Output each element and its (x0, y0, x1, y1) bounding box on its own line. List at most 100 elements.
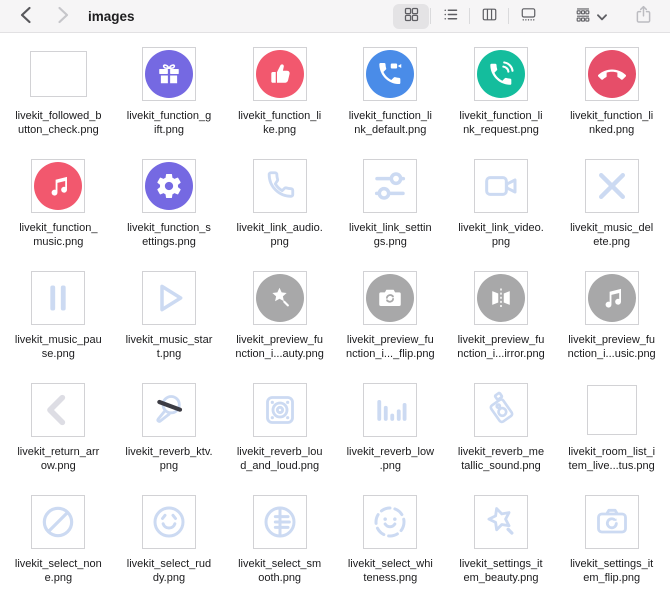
file-name-line2: png (270, 235, 289, 248)
view-switcher (393, 3, 546, 29)
columns-view-button[interactable] (471, 4, 507, 29)
file-item[interactable]: livekit_function_li nked.png (556, 42, 667, 154)
file-thumbnail (473, 159, 528, 213)
file-item[interactable]: livekit_function_ music.png (3, 154, 114, 266)
toolbar: images (0, 0, 670, 33)
file-thumbnail (141, 383, 196, 437)
file-name-line2: dy.png (152, 571, 186, 584)
file-name-line2: em_flip.png (583, 571, 641, 584)
forward-button[interactable] (50, 4, 76, 28)
file-item[interactable]: livekit_preview_fu nction_i...irror.png (446, 266, 557, 378)
file-item[interactable]: livekit_link_settin gs.png (335, 154, 446, 266)
file-thumbnail (252, 159, 307, 213)
file-item[interactable]: livekit_followed_b utton_check.png (3, 42, 114, 154)
grid-view-button[interactable] (393, 3, 429, 29)
file-item[interactable]: livekit_music_del ete.png (556, 154, 667, 266)
file-name-line2: tallic_sound.png (461, 459, 541, 472)
file-name-line2: gs.png (373, 235, 407, 248)
file-thumbnail (584, 495, 639, 549)
chevron-down-icon (597, 9, 607, 24)
file-item[interactable]: livekit_function_s ettings.png (114, 154, 225, 266)
file-item[interactable]: livekit_select_whi teness.png (335, 490, 446, 602)
list-view-button[interactable] (432, 4, 468, 29)
file-name-line1: livekit_function_ (19, 222, 98, 234)
file-name-line1: livekit_preview_fu (236, 334, 324, 346)
group-by-button[interactable] (568, 4, 613, 29)
file-item[interactable]: livekit_link_audio. png (224, 154, 335, 266)
file-item[interactable]: livekit_function_li ke.png (224, 42, 335, 154)
file-item[interactable]: livekit_select_rud dy.png (114, 490, 225, 602)
file-item[interactable]: livekit_music_pau se.png (3, 266, 114, 378)
file-name-line2: em_beauty.png (463, 571, 539, 584)
file-name-line2: nk_request.png (463, 123, 539, 136)
file-thumbnail (584, 271, 639, 325)
file-item[interactable]: livekit_room_list_i tem_live...tus.png (556, 378, 667, 490)
file-name-line2: nction_i...auty.png (235, 347, 324, 360)
file-item[interactable]: livekit_preview_fu nction_i...usic.png (556, 266, 667, 378)
file-name-line1: livekit_music_star (125, 334, 213, 346)
file-item[interactable]: livekit_function_li nk_request.png (446, 42, 557, 154)
file-name-line1: livekit_reverb_me (457, 446, 545, 458)
file-thumbnail (31, 495, 86, 549)
file-thumbnail (31, 159, 86, 213)
file-thumbnail (363, 159, 418, 213)
file-item[interactable]: livekit_select_sm ooth.png (224, 490, 335, 602)
file-name-line1: livekit_function_s (127, 222, 211, 234)
grid-view-icon (403, 6, 420, 26)
file-item[interactable]: livekit_reverb_ktv. png (114, 378, 225, 490)
file-thumbnail (473, 383, 528, 437)
file-name-line1: livekit_function_li (570, 110, 654, 122)
file-thumbnail (584, 47, 639, 101)
share-button[interactable] (629, 4, 658, 29)
file-thumbnail (252, 271, 307, 325)
file-grid: livekit_followed_b utton_check.png livek… (0, 33, 670, 602)
file-thumbnail (141, 159, 196, 213)
file-name-line2: d_and_loud.png (240, 459, 320, 472)
file-item[interactable]: livekit_select_non e.png (3, 490, 114, 602)
file-name-line2: nction_i..._flip.png (345, 347, 435, 360)
file-name-line1: livekit_link_audio. (236, 222, 323, 234)
file-item[interactable]: livekit_return_arr ow.png (3, 378, 114, 490)
file-item[interactable]: livekit_music_star t.png (114, 266, 225, 378)
file-thumbnail (31, 271, 86, 325)
file-name-line2: music.png (33, 235, 84, 248)
file-thumbnail (29, 51, 87, 97)
back-button[interactable] (12, 4, 38, 28)
file-item[interactable]: livekit_function_g ift.png (114, 42, 225, 154)
file-name-line1: livekit_preview_fu (457, 334, 545, 346)
share-icon (635, 5, 652, 27)
file-thumbnail (252, 47, 307, 101)
file-item[interactable]: livekit_settings_it em_beauty.png (446, 490, 557, 602)
file-name-line2: .png (379, 459, 402, 472)
file-thumbnail (252, 495, 307, 549)
file-item[interactable]: livekit_function_li nk_default.png (335, 42, 446, 154)
file-thumbnail (141, 47, 196, 101)
file-item[interactable]: livekit_reverb_lou d_and_loud.png (224, 378, 335, 490)
file-name-line1: livekit_reverb_lou (236, 446, 323, 458)
file-name-line2: utton_check.png (17, 123, 99, 136)
file-thumbnail (31, 383, 86, 437)
file-item[interactable]: livekit_reverb_me tallic_sound.png (446, 378, 557, 490)
list-view-icon (442, 6, 459, 26)
file-name-line2: ow.png (40, 459, 76, 472)
file-item[interactable]: livekit_preview_fu nction_i..._flip.png (335, 266, 446, 378)
chevron-left-icon (19, 6, 32, 27)
gallery-view-button[interactable] (510, 4, 546, 29)
file-name-line1: livekit_reverb_ktv. (125, 446, 213, 458)
file-name-line2: ete.png (593, 235, 630, 248)
file-item[interactable]: livekit_reverb_low .png (335, 378, 446, 490)
file-name-line1: livekit_select_sm (238, 558, 322, 570)
file-name-line1: livekit_select_whi (347, 558, 433, 570)
file-name-line2: se.png (41, 347, 75, 360)
file-name-line1: livekit_reverb_low (346, 446, 435, 458)
file-thumbnail (363, 271, 418, 325)
file-name-line1: livekit_preview_fu (346, 334, 434, 346)
file-name-line2: ke.png (263, 123, 297, 136)
file-name-line1: livekit_function_li (348, 110, 432, 122)
file-item[interactable]: livekit_settings_it em_flip.png (556, 490, 667, 602)
file-name-line1: livekit_select_rud (126, 558, 212, 570)
file-name-line1: livekit_preview_fu (568, 334, 656, 346)
file-item[interactable]: livekit_preview_fu nction_i...auty.png (224, 266, 335, 378)
file-item[interactable]: livekit_link_video. png (446, 154, 557, 266)
file-name-line2: teness.png (363, 571, 418, 584)
